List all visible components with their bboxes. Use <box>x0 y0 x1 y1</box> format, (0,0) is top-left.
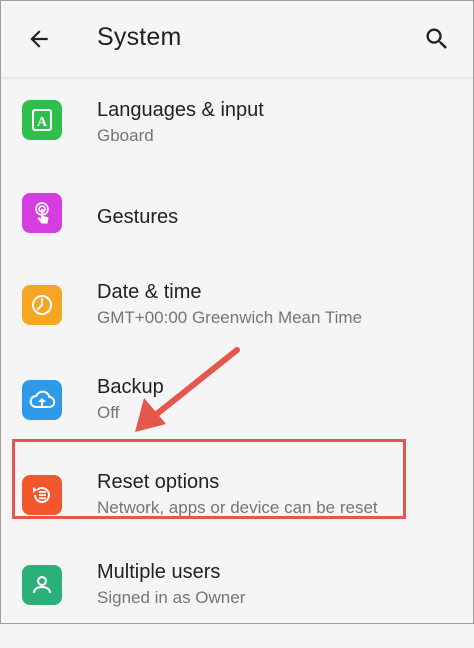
item-subtitle: Gboard <box>97 126 154 145</box>
page-title: System <box>97 23 182 51</box>
item-subtitle: Network, apps or device can be reset <box>97 498 378 517</box>
arrow-back-icon <box>30 30 48 48</box>
item-subtitle: Off <box>97 403 120 422</box>
list-item-date-time[interactable]: Date & time GMT+00:00 Greenwich Mean Tim… <box>1 268 473 363</box>
gesture-icon <box>22 193 62 233</box>
screen-frame: System A Languages & input Gboard Gestur… <box>0 0 474 624</box>
search-button[interactable] <box>421 23 453 55</box>
language-icon: A <box>22 100 62 140</box>
back-button[interactable] <box>23 23 55 55</box>
app-bar: System <box>1 1 473 78</box>
list-item-backup[interactable]: Backup Off <box>1 363 473 458</box>
cloud-backup-icon <box>22 380 62 420</box>
list-item-multiple-users[interactable]: Multiple users Signed in as Owner <box>1 553 473 648</box>
item-title: Backup <box>97 376 164 398</box>
clock-icon <box>22 285 62 325</box>
list-item-reset-options[interactable]: Reset options Network, apps or device ca… <box>1 458 473 553</box>
list-item-languages[interactable]: A Languages & input Gboard <box>1 78 473 173</box>
search-icon <box>426 28 447 49</box>
item-title: Multiple users <box>97 561 221 583</box>
item-title: Reset options <box>97 471 220 493</box>
users-icon <box>22 565 62 605</box>
item-title: Gestures <box>97 206 179 228</box>
item-title: Date & time <box>97 281 202 303</box>
list-item-gestures[interactable]: Gestures <box>1 173 473 268</box>
item-subtitle: GMT+00:00 Greenwich Mean Time <box>97 308 363 327</box>
item-subtitle: Signed in as Owner <box>97 588 246 607</box>
settings-list: A Languages & input Gboard Gestures Date… <box>1 78 473 648</box>
item-title: Languages & input <box>97 99 264 121</box>
svg-text:A: A <box>37 115 48 130</box>
reset-icon <box>22 475 62 515</box>
